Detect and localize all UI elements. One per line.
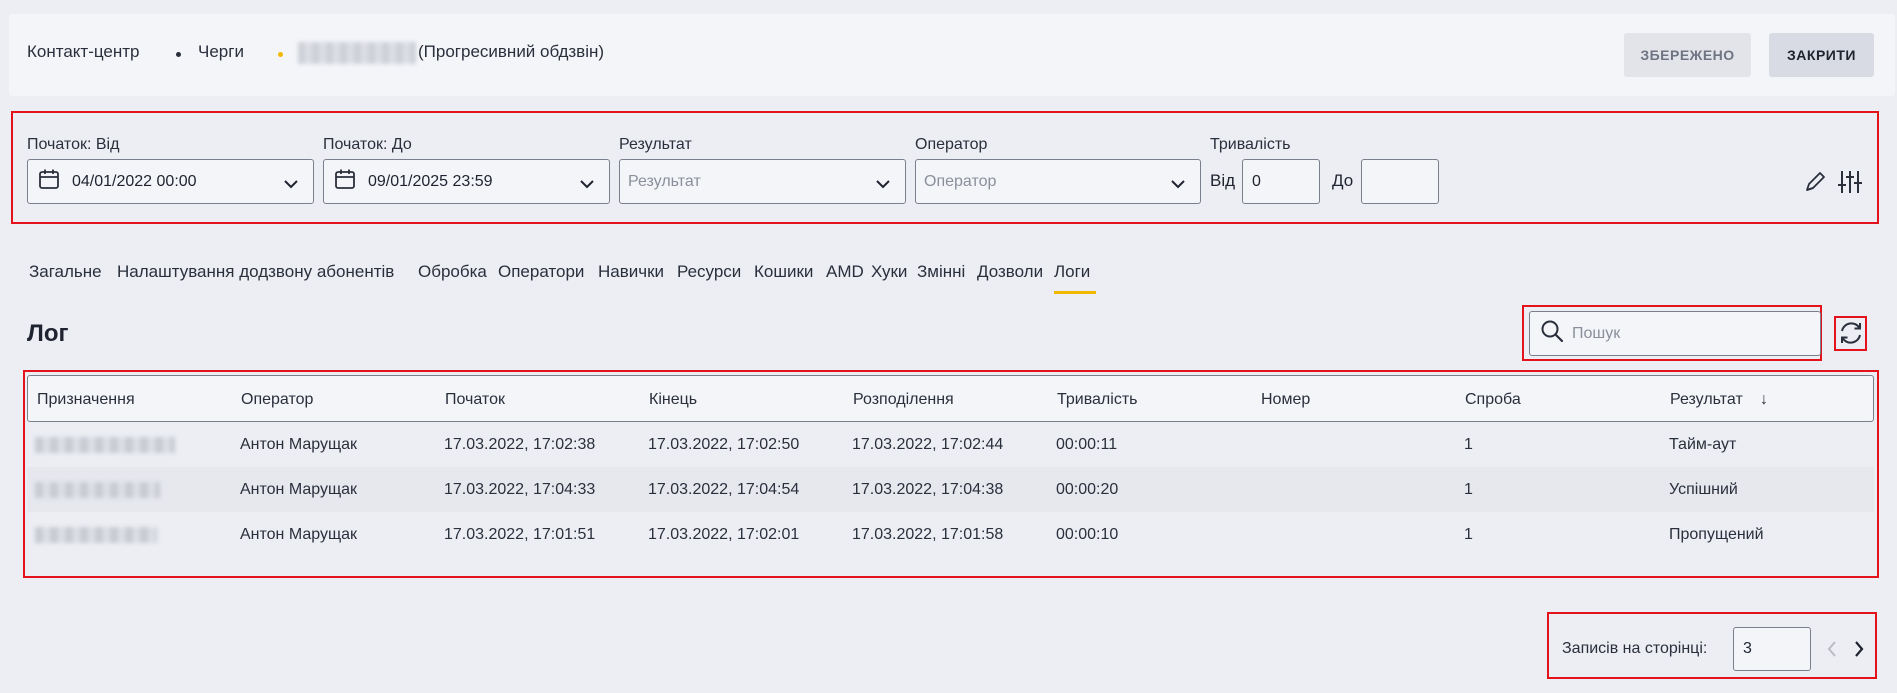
duration-to-label: До [1332,171,1354,190]
start-from-value: 04/01/2022 00:00 [72,172,197,190]
column-end[interactable]: Кінець [649,391,697,409]
chevron-down-icon [283,175,299,195]
blurred-destination [35,437,175,453]
table-row[interactable]: Антон Марущак 17.03.2022, 17:01:51 17.03… [27,512,1874,557]
cell-operator: Антон Марущак [240,436,358,453]
result-select[interactable]: Результат [619,159,906,204]
column-start[interactable]: Початок [445,391,505,409]
cell-result: Успішний [1669,481,1738,498]
cell-attempt: 1 [1464,481,1473,498]
blurred-queue-name [298,42,416,64]
rows-per-page-input[interactable]: 3 [1733,627,1811,671]
calendar-icon [334,168,356,195]
clear-filters-icon[interactable] [1803,170,1827,199]
cell-end: 17.03.2022, 17:02:50 [648,436,800,453]
tab-dialing-settings[interactable]: Налаштування додзвону абонентів [117,262,394,282]
start-to-label: Початок: До [323,136,412,153]
start-from-label: Початок: Від [27,136,120,153]
operator-label: Оператор [915,136,988,153]
breadcrumb-current: (Прогресивний обдзвін) [418,42,605,61]
blurred-destination [35,527,157,543]
calendar-icon [38,168,60,195]
cell-start: 17.03.2022, 17:04:33 [444,481,596,498]
cell-attempt: 1 [1464,436,1473,453]
result-label: Результат [619,136,692,153]
cell-operator: Антон Марущак [240,526,358,543]
column-duration[interactable]: Тривалість [1057,391,1137,409]
rows-per-page-label: Записів на сторінці: [1562,640,1708,657]
cell-distribution: 17.03.2022, 17:02:44 [852,436,1004,453]
breadcrumb-separator [176,52,181,57]
cell-duration: 00:00:20 [1056,481,1119,498]
refresh-icon[interactable] [1838,320,1864,351]
start-to-value: 09/01/2025 23:59 [368,172,493,190]
search-icon [1540,319,1564,348]
search-placeholder: Пошук [1572,324,1621,342]
next-page-icon[interactable] [1853,640,1865,663]
tab-permissions[interactable]: Дозволи [977,262,1043,282]
chevron-down-icon [579,175,595,195]
breadcrumb-queues[interactable]: Черги [198,42,244,62]
tab-baskets[interactable]: Кошики [754,262,813,282]
cell-distribution: 17.03.2022, 17:01:58 [852,526,1004,543]
cell-start: 17.03.2022, 17:02:38 [444,436,596,453]
table-row[interactable]: Антон Марущак 17.03.2022, 17:02:38 17.03… [27,422,1874,467]
tab-operators[interactable]: Оператори [498,262,584,282]
active-tab-indicator [1054,291,1096,294]
breadcrumb-contact-center[interactable]: Контакт-центр [27,42,140,62]
tab-variables[interactable]: Змінні [917,262,965,282]
column-number[interactable]: Номер [1261,391,1310,409]
cell-result: Пропущений [1669,526,1764,543]
duration-label: Тривалість [1210,136,1291,153]
sort-arrow-icon[interactable]: ↓ [1760,391,1768,409]
chevron-down-icon [1170,175,1186,195]
chevron-down-icon [875,175,891,195]
cell-distribution: 17.03.2022, 17:04:38 [852,481,1004,498]
duration-to-input[interactable] [1361,159,1439,204]
cell-operator: Антон Марущак [240,481,358,498]
tab-hooks[interactable]: Хуки [871,262,907,282]
column-operator[interactable]: Оператор [241,391,313,409]
cell-duration: 00:00:10 [1056,526,1119,543]
duration-from-label: Від [1210,171,1236,190]
page-title: Лог [27,320,69,347]
tab-logs[interactable]: Логи [1054,262,1090,282]
cell-result: Тайм-аут [1669,436,1737,453]
prev-page-icon[interactable] [1826,640,1838,663]
duration-from-input[interactable]: 0 [1242,159,1320,204]
tab-skills[interactable]: Навички [598,262,664,282]
column-result[interactable]: Результат [1670,391,1743,409]
result-placeholder: Результат [628,172,701,190]
start-to-picker[interactable]: 09/01/2025 23:59 [323,159,610,204]
cell-end: 17.03.2022, 17:02:01 [648,526,800,543]
tab-general[interactable]: Загальне [29,262,102,282]
cell-attempt: 1 [1464,526,1473,543]
column-attempt[interactable]: Спроба [1465,391,1521,409]
page-header [9,14,1895,96]
start-from-picker[interactable]: 04/01/2022 00:00 [27,159,314,204]
blurred-destination [35,482,160,498]
search-input[interactable]: Пошук [1529,311,1821,356]
tab-resources[interactable]: Ресурси [677,262,741,282]
table-row[interactable]: Антон Марущак 17.03.2022, 17:04:33 17.03… [27,467,1874,512]
operator-select[interactable]: Оператор [915,159,1201,204]
column-distribution[interactable]: Розподілення [853,391,954,409]
cell-start: 17.03.2022, 17:01:51 [444,526,596,543]
tab-amd[interactable]: AMD [826,262,864,282]
cell-duration: 00:00:11 [1056,436,1118,453]
filter-settings-icon[interactable] [1838,169,1862,200]
column-destination[interactable]: Призначення [37,391,135,409]
cell-end: 17.03.2022, 17:04:54 [648,481,800,498]
tab-processing[interactable]: Обробка [418,262,487,282]
close-button[interactable]: ЗАКРИТИ [1769,33,1874,77]
breadcrumb-current-dot [278,52,283,57]
operator-placeholder: Оператор [924,172,997,190]
table-header: Призначення Оператор Початок Кінець Розп… [27,375,1874,422]
saved-button[interactable]: ЗБЕРЕЖЕНО [1624,33,1751,77]
